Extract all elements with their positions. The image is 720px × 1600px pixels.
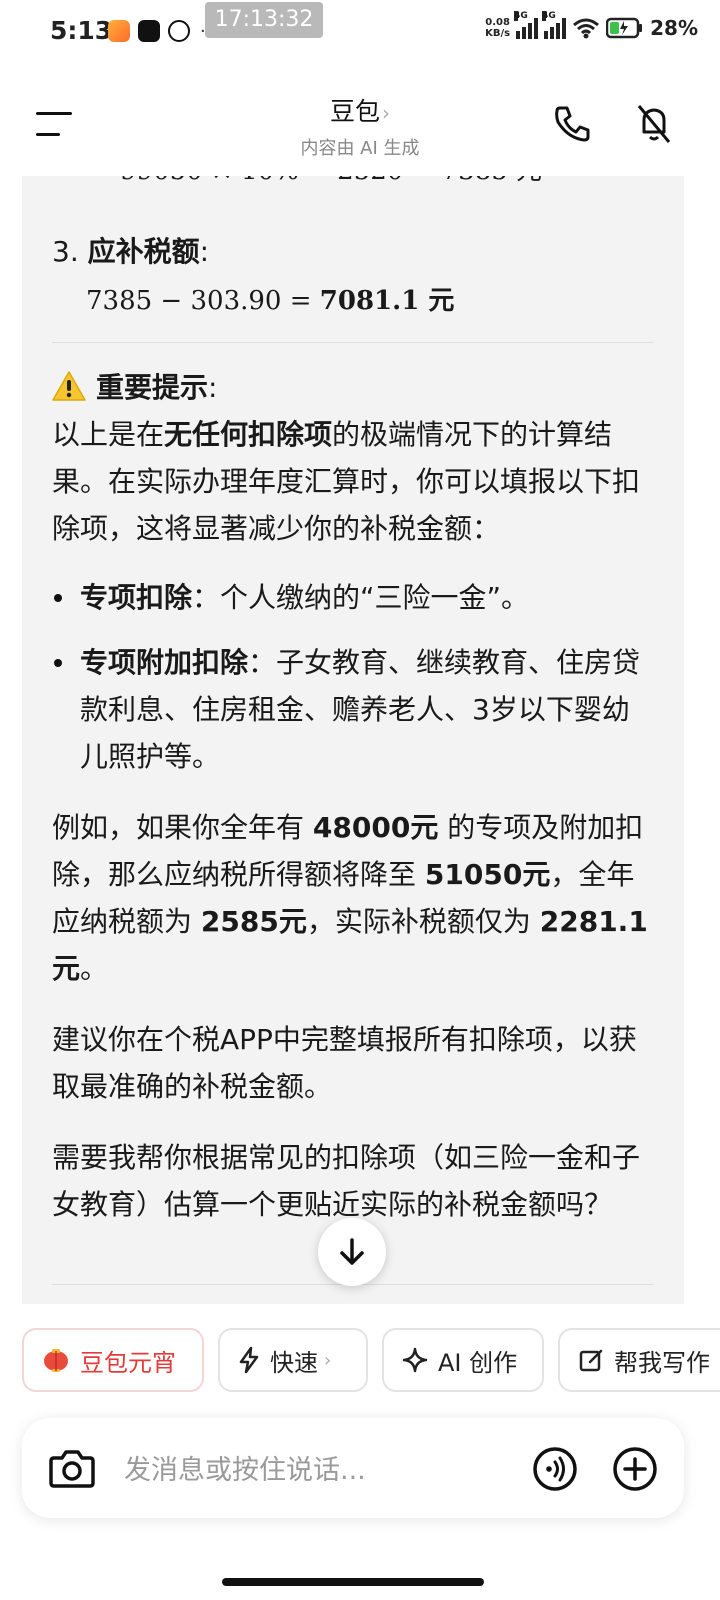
tiktok-icon	[138, 20, 160, 42]
wifi-icon	[573, 18, 600, 39]
chip-lantern-festival[interactable]: 豆包元宵	[22, 1328, 204, 1392]
followup-question: 需要我帮你根据常见的扣除项（如三险一金和子女教育）估算一个更贴近实际的补税金额吗…	[52, 1141, 641, 1221]
network-speed-unit: KB/s	[485, 28, 511, 39]
quick-actions: 豆包元宵 快速 › AI 创作 帮我写作	[22, 1328, 720, 1396]
voice-input-icon[interactable]	[532, 1446, 578, 1492]
notice-heading: 重要提示:	[52, 364, 654, 411]
qq-icon	[168, 20, 190, 42]
notice-title: 重要提示	[96, 371, 209, 404]
chip-ai-create[interactable]: AI 创作	[382, 1328, 544, 1392]
status-right: 0.08 KB/s 4G 4G 28%	[485, 11, 698, 40]
clock-overlay: 17:13:32	[205, 2, 323, 38]
signal-type-label: 4G	[514, 11, 528, 21]
lightning-icon	[238, 1346, 260, 1374]
list-number: 3.	[52, 235, 79, 268]
text-run-bold: 48000元	[312, 811, 439, 844]
header-title-area[interactable]: 豆包 › 内容由 AI 生成	[0, 92, 720, 160]
edit-icon	[578, 1347, 604, 1373]
message-input-bar: 发消息或按住说话...	[22, 1418, 684, 1518]
status-bar: 5:13 ··· 17:13:32 0.08 KB/s 4G 4G	[0, 0, 720, 66]
text-run: 例如，如果你全年有	[52, 811, 313, 844]
page-title[interactable]: 豆包 ›	[0, 92, 720, 128]
text-run-bold: 51050元	[424, 858, 551, 891]
list-item: 专项扣除：个人缴纳的“三险一金”。	[52, 574, 654, 621]
chip-label: 快速	[270, 1348, 318, 1377]
camera-icon[interactable]	[48, 1446, 96, 1490]
signal-icon: 4G	[514, 11, 539, 39]
assistant-message: 99050 × 10% − 2520 = 7385 元 3. 应补税额: 738…	[22, 176, 684, 1304]
example-paragraph: 例如，如果你全年有 48000元 的专项及附加扣除，那么应纳税所得额将降至 51…	[52, 804, 654, 992]
text-run: 以上是在	[52, 418, 165, 451]
bullet-label: 专项附加扣除	[80, 646, 249, 679]
warning-icon	[52, 371, 86, 401]
status-time: 5:13	[50, 16, 113, 45]
list-item: 专项附加扣除：子女教育、继续教育、住房贷款利息、住房租金、赡养老人、3岁以下婴幼…	[52, 639, 654, 780]
network-speed-value: 0.08	[485, 17, 510, 28]
text-run-bold: 2585元	[200, 905, 307, 938]
divider	[52, 342, 654, 343]
phone-call-icon[interactable]	[552, 102, 592, 146]
formula-lhs: 7385 − 303.90 =	[86, 286, 320, 316]
important-notice: 重要提示: 以上是在无任何扣除项的极端情况下的计算结果。在实际办理年度汇算时，你…	[52, 364, 654, 552]
battery-percent: 28%	[650, 16, 698, 40]
notice-colon: :	[208, 371, 218, 404]
chip-label: 豆包元宵	[80, 1348, 176, 1377]
notice-paragraph: 以上是在无任何扣除项的极端情况下的计算结果。在实际办理年度汇算时，你可以填报以下…	[52, 411, 654, 552]
lantern-icon	[42, 1347, 70, 1373]
status-app-icons: ···	[108, 20, 217, 42]
arrow-down-icon	[340, 1238, 364, 1265]
chip-label: AI 创作	[438, 1348, 518, 1377]
video-app-icon	[108, 20, 130, 42]
chevron-right-icon: ›	[382, 101, 390, 125]
message-input[interactable]: 发消息或按住说话...	[124, 1448, 366, 1487]
page-title-text: 豆包	[329, 97, 380, 126]
formula-line: 7385 − 303.90 = 7081.1 元	[52, 278, 454, 325]
signal-icon: 4G	[542, 11, 567, 39]
text-run: ，实际补税额仅为	[306, 905, 540, 938]
chip-fast-mode[interactable]: 快速 ›	[218, 1328, 368, 1392]
deduction-list: 专项扣除：个人缴纳的“三险一金”。 专项附加扣除：子女教育、继续教育、住房贷款利…	[52, 574, 654, 780]
chip-label: 帮我写作	[614, 1348, 710, 1377]
formula-line-cut: 99050 × 10% − 2520 = 7385 元	[86, 176, 542, 195]
formula-result: 7081.1 元	[319, 286, 455, 316]
chat-header: 豆包 › 内容由 AI 生成	[0, 76, 720, 176]
mute-notification-icon[interactable]	[634, 102, 674, 146]
list-item-colon: :	[199, 235, 210, 268]
bullet-label: 专项扣除	[80, 581, 193, 614]
network-speed: 0.08 KB/s	[485, 17, 510, 39]
battery-icon	[606, 17, 643, 39]
sparkle-icon	[402, 1347, 428, 1373]
signal-type-label: 4G	[542, 11, 556, 21]
text-run-bold: 无任何扣除项	[164, 418, 333, 451]
list-item-3: 3. 应补税额:	[52, 228, 209, 275]
list-item-label: 应补税额	[87, 235, 200, 268]
chip-help-write[interactable]: 帮我写作	[558, 1328, 720, 1392]
ai-disclaimer: 内容由 AI 生成	[300, 138, 420, 159]
home-indicator[interactable]	[222, 1578, 484, 1586]
scroll-to-bottom-button[interactable]	[318, 1218, 386, 1286]
chevron-right-icon: ›	[324, 1349, 332, 1371]
bullet-text: ：个人缴纳的“三险一金”。	[192, 581, 530, 614]
text-run: 。	[80, 952, 109, 985]
add-attachment-icon[interactable]	[612, 1446, 658, 1492]
advice-paragraph: 建议你在个税APP中完整填报所有扣除项，以获取最准确的补税金额。	[52, 1023, 637, 1103]
